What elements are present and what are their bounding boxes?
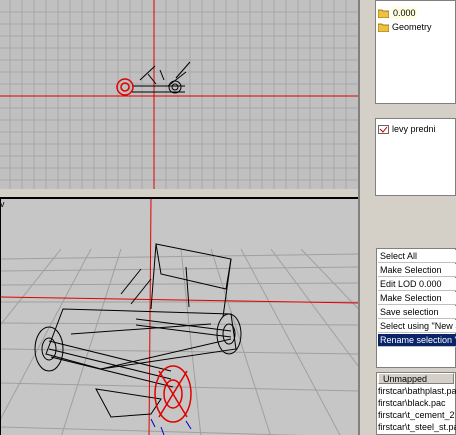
selected-wheel-top — [116, 78, 134, 96]
perspective-label: v — [0, 199, 5, 209]
lod-item-1[interactable]: Geometry — [378, 21, 432, 33]
cmd-rename-selection[interactable]: Rename selection "l — [378, 334, 456, 347]
folder-icon — [378, 9, 389, 18]
persp-y-axis — [148, 199, 152, 435]
command-list: Select All Make Selection Edit LOD 0.000… — [376, 248, 456, 368]
panel-gap — [375, 104, 456, 118]
selection-item-label: levy predni — [392, 124, 436, 134]
texture-item[interactable]: firstcar\t_cement_2 — [378, 409, 455, 421]
lod-item-label: Geometry — [392, 22, 432, 32]
top-viewport[interactable] — [0, 0, 359, 190]
cmd-select-all[interactable]: Select All — [378, 250, 456, 263]
perspective-viewport[interactable] — [0, 197, 358, 435]
lod-tree-panel: 0.000 Geometry — [375, 0, 456, 104]
selection-item-0[interactable]: levy predni — [378, 123, 436, 135]
viewport-splitter[interactable] — [0, 189, 360, 197]
cmd-save-selection[interactable]: Save selection — [378, 306, 456, 319]
texture-items: firstcar\bathplast.pac firstcar\black.pa… — [376, 384, 456, 435]
selected-front-wheel — [154, 365, 192, 423]
perspective-grid — [1, 199, 358, 435]
cmd-select-using[interactable]: Select using "New S — [378, 320, 456, 333]
lod-item-0[interactable]: 0.000 — [378, 7, 417, 19]
car-model-top — [132, 61, 191, 94]
texture-item[interactable]: firstcar\black.pac — [378, 397, 446, 409]
texture-list-header[interactable]: Unmapped — [378, 373, 454, 384]
selection-icon — [378, 124, 389, 134]
cmd-make-selection-2[interactable]: Make Selection — [378, 292, 456, 305]
texture-item[interactable]: firstcar\t_steel_st.pa — [378, 421, 456, 433]
top-grid — [0, 0, 358, 189]
texture-item[interactable]: firstcar\bathplast.pac — [378, 385, 456, 397]
panel-splitter[interactable] — [358, 0, 360, 435]
lod-item-label: 0.000 — [392, 7, 417, 19]
cmd-make-selection[interactable]: Make Selection — [378, 264, 456, 277]
selections-panel: levy predni — [375, 118, 456, 196]
cmd-edit-lod[interactable]: Edit LOD 0.000 — [378, 278, 456, 291]
folder-icon — [378, 23, 389, 32]
